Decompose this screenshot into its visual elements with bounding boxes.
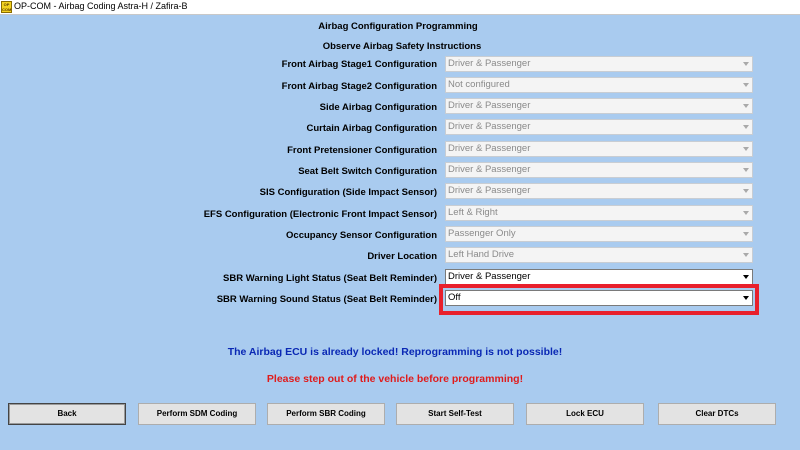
chevron-down-icon bbox=[743, 275, 749, 279]
sis-config-label: SIS Configuration (Side Impact Sensor) bbox=[259, 187, 437, 198]
front-pretensioner-label: Front Pretensioner Configuration bbox=[287, 145, 437, 156]
chevron-down-icon bbox=[743, 211, 749, 215]
sbr-warning-sound-label: SBR Warning Sound Status (Seat Belt Remi… bbox=[216, 294, 437, 305]
efs-config-label: EFS Configuration (Electronic Front Impa… bbox=[203, 209, 437, 220]
chevron-down-icon bbox=[743, 62, 749, 66]
efs-config-value: Left & Right bbox=[448, 207, 498, 218]
efs-config-select[interactable]: Left & Right bbox=[445, 205, 753, 221]
chevron-down-icon bbox=[743, 168, 749, 172]
chevron-down-icon bbox=[743, 104, 749, 108]
driver-location-value: Left Hand Drive bbox=[448, 249, 515, 260]
seat-belt-switch-label: Seat Belt Switch Configuration bbox=[298, 166, 437, 177]
front-airbag-stage1-value: Driver & Passenger bbox=[448, 58, 531, 69]
front-pretensioner-value: Driver & Passenger bbox=[448, 143, 531, 154]
window-title: OP-COM - Airbag Coding Astra-H / Zafira-… bbox=[14, 1, 188, 11]
occupancy-sensor-select[interactable]: Passenger Only bbox=[445, 226, 753, 242]
seat-belt-switch-value: Driver & Passenger bbox=[448, 164, 531, 175]
front-airbag-stage2-value: Not configured bbox=[448, 79, 510, 90]
chevron-down-icon bbox=[743, 232, 749, 236]
chevron-down-icon bbox=[743, 125, 749, 129]
opcom-app-icon: OP COM bbox=[1, 1, 12, 13]
red-highlight-box bbox=[439, 284, 759, 315]
step-out-warning: Please step out of the vehicle before pr… bbox=[266, 373, 524, 385]
chevron-down-icon bbox=[743, 253, 749, 257]
side-airbag-value: Driver & Passenger bbox=[448, 100, 531, 111]
chevron-down-icon bbox=[743, 83, 749, 87]
sis-config-value: Driver & Passenger bbox=[448, 185, 531, 196]
side-airbag-label: Side Airbag Configuration bbox=[319, 102, 437, 113]
front-airbag-stage2-select[interactable]: Not configured bbox=[445, 77, 753, 93]
driver-location-select[interactable]: Left Hand Drive bbox=[445, 247, 753, 263]
sbr-warning-light-select[interactable]: Driver & Passenger bbox=[445, 269, 753, 285]
clear-dtcs-button[interactable]: Clear DTCs bbox=[658, 403, 776, 425]
seat-belt-switch-select[interactable]: Driver & Passenger bbox=[445, 162, 753, 178]
lock-ecu-button[interactable]: Lock ECU bbox=[526, 403, 644, 425]
title-bar: OP COM OP-COM - Airbag Coding Astra-H / … bbox=[0, 0, 800, 15]
front-airbag-stage2-label: Front Airbag Stage2 Configuration bbox=[281, 81, 437, 92]
curtain-airbag-value: Driver & Passenger bbox=[448, 121, 531, 132]
chevron-down-icon bbox=[743, 189, 749, 193]
curtain-airbag-select[interactable]: Driver & Passenger bbox=[445, 119, 753, 135]
sis-config-select[interactable]: Driver & Passenger bbox=[445, 183, 753, 199]
occupancy-sensor-value: Passenger Only bbox=[448, 228, 516, 239]
sbr-warning-light-label: SBR Warning Light Status (Seat Belt Remi… bbox=[223, 273, 437, 284]
front-airbag-stage1-select[interactable]: Driver & Passenger bbox=[445, 56, 753, 72]
ecu-locked-message: The Airbag ECU is already locked! Reprog… bbox=[227, 346, 563, 358]
curtain-airbag-label: Curtain Airbag Configuration bbox=[306, 123, 437, 134]
sbr-warning-light-value: Driver & Passenger bbox=[448, 271, 531, 282]
airbag-config-panel: Airbag Configuration Programming Observe… bbox=[0, 15, 800, 450]
occupancy-sensor-label: Occupancy Sensor Configuration bbox=[286, 230, 437, 241]
chevron-down-icon bbox=[743, 147, 749, 151]
perform-sbr-coding-button[interactable]: Perform SBR Coding bbox=[267, 403, 385, 425]
back-button[interactable]: Back bbox=[8, 403, 126, 425]
side-airbag-select[interactable]: Driver & Passenger bbox=[445, 98, 753, 114]
perform-sdm-coding-button[interactable]: Perform SDM Coding bbox=[138, 403, 256, 425]
safety-instructions-heading: Observe Airbag Safety Instructions bbox=[322, 41, 482, 52]
driver-location-label: Driver Location bbox=[367, 251, 437, 262]
front-airbag-stage1-label: Front Airbag Stage1 Configuration bbox=[281, 59, 437, 70]
start-self-test-button[interactable]: Start Self-Test bbox=[396, 403, 514, 425]
front-pretensioner-select[interactable]: Driver & Passenger bbox=[445, 141, 753, 157]
page-title: Airbag Configuration Programming bbox=[318, 21, 478, 32]
